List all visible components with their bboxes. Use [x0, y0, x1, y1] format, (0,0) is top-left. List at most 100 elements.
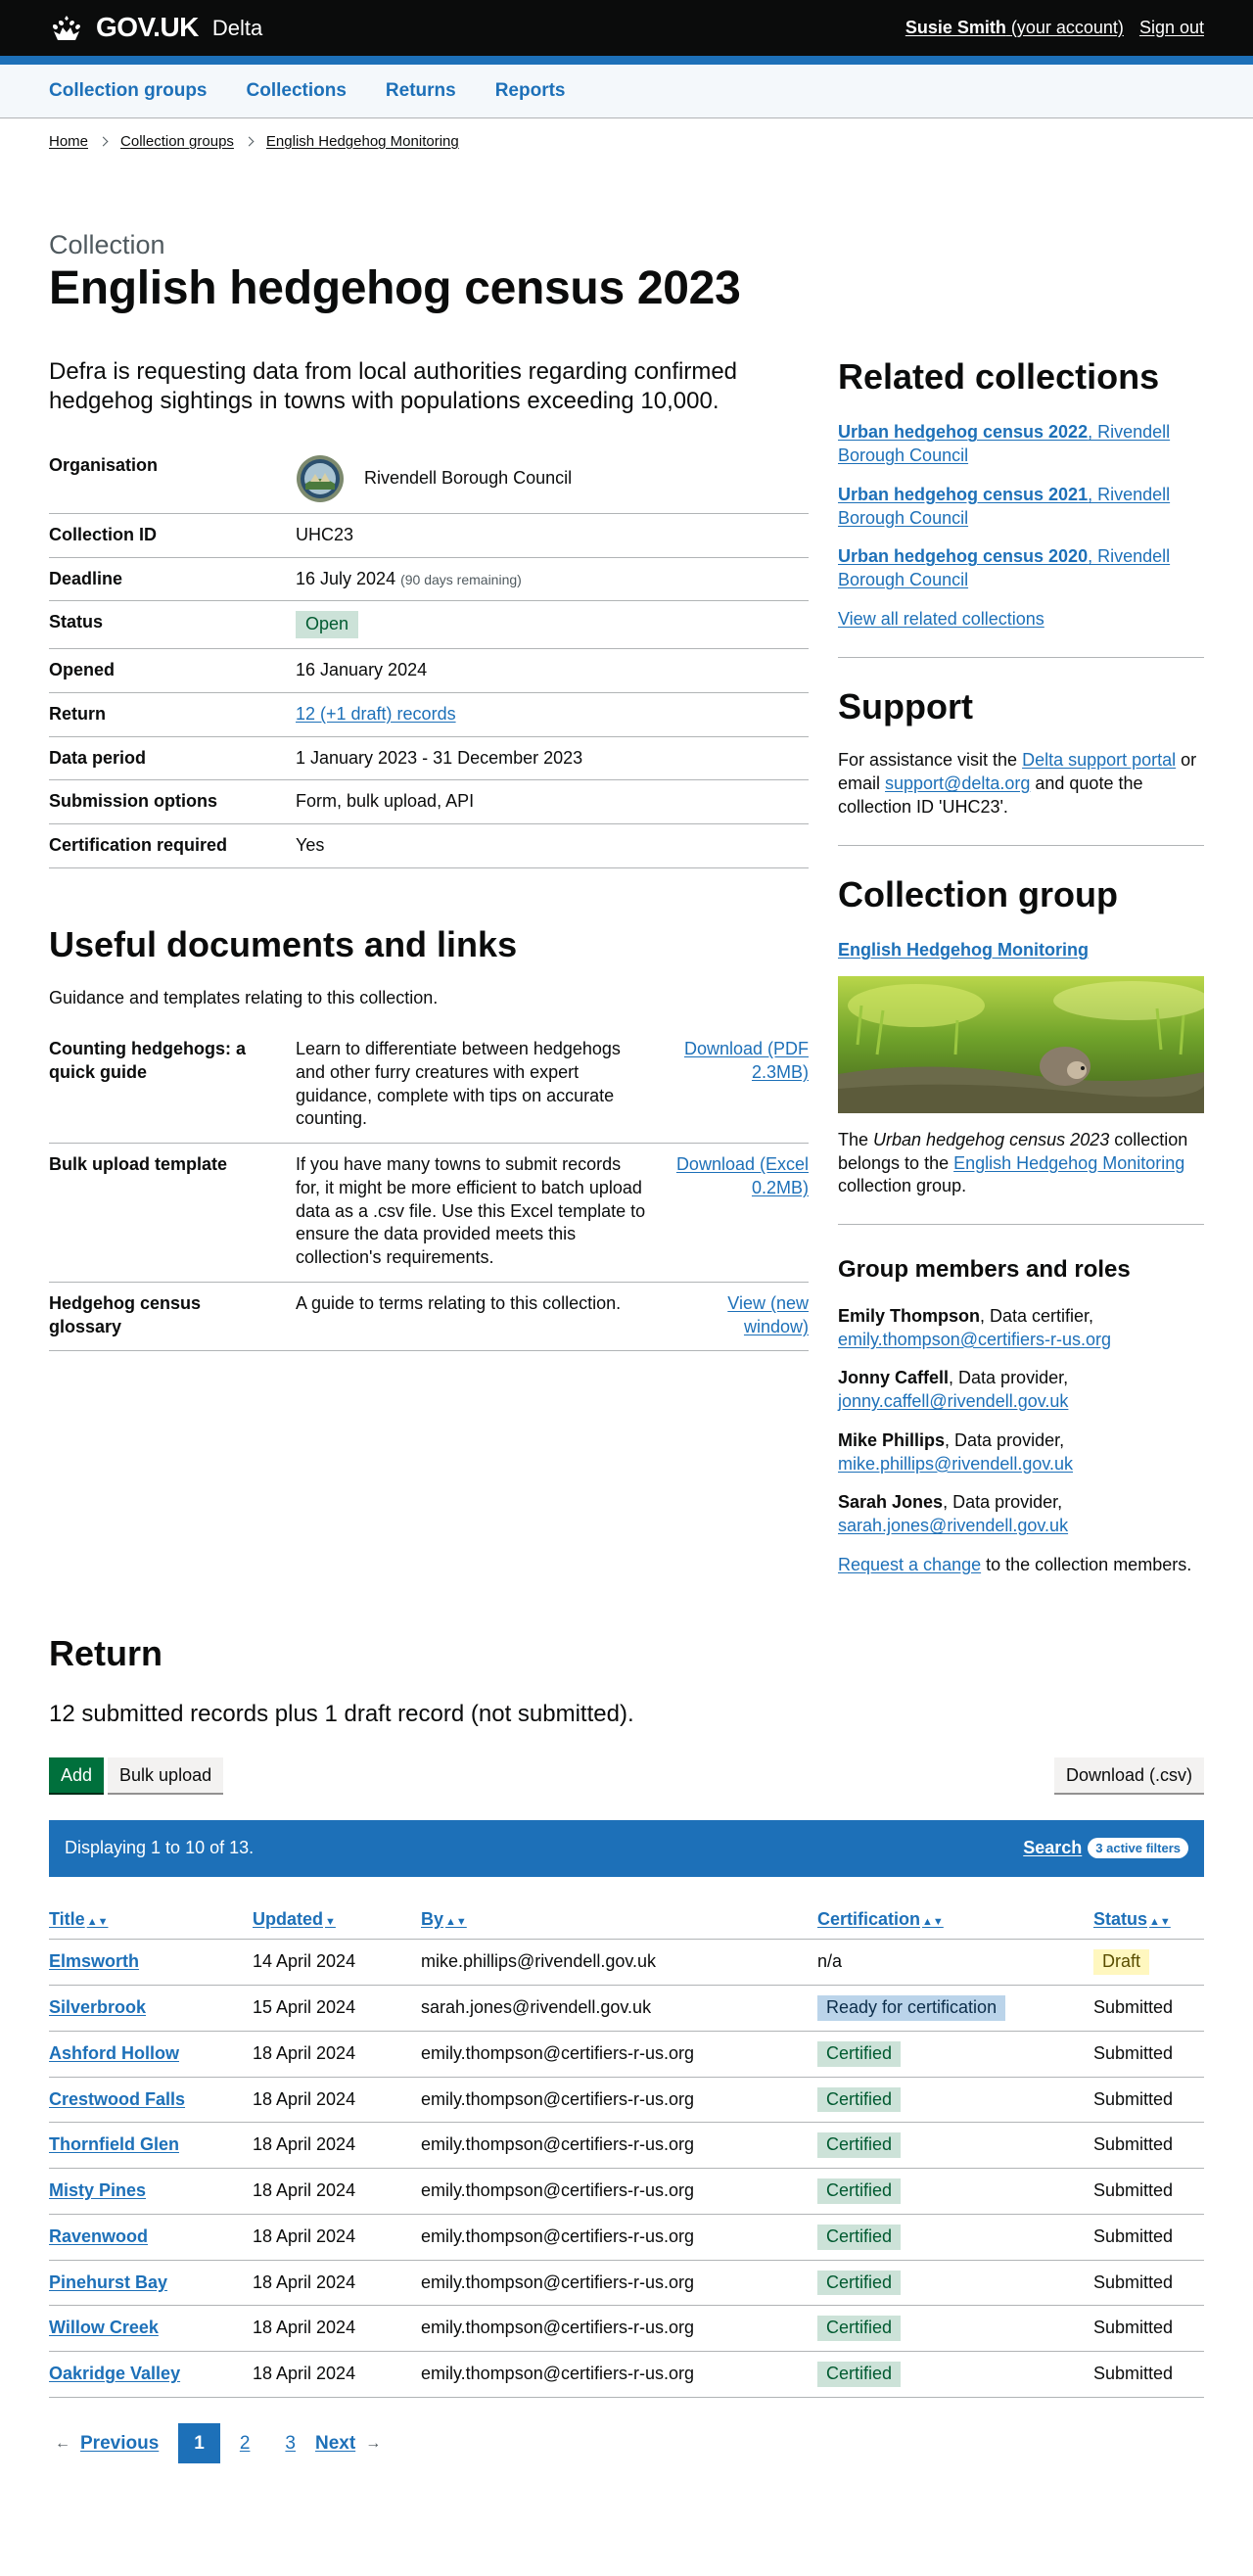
sign-out-link[interactable]: Sign out — [1139, 17, 1204, 40]
column-label: By — [421, 1908, 444, 1929]
previous-page-link[interactable]: Previous — [80, 2431, 159, 2456]
summary-key: Opened — [49, 660, 116, 679]
cell-by: emily.thompson@certifiers-r-us.org — [421, 2305, 817, 2353]
record-title-link[interactable]: Ravenwood — [49, 2226, 148, 2246]
sort-certification-link[interactable]: Certification ▲▼ — [817, 1909, 944, 1929]
collection-group-inline-link[interactable]: English Hedgehog Monitoring — [953, 1153, 1184, 1173]
main-column: Defra is requesting data from local auth… — [49, 357, 809, 1577]
support-heading: Support — [838, 685, 973, 726]
cell-by: emily.thompson@certifiers-r-us.org — [421, 2122, 817, 2170]
govuk-logo-link[interactable]: GOV.UK — [49, 10, 199, 46]
page-1-link[interactable]: 1 — [178, 2422, 220, 2463]
service-navigation: Collection groups Collections Returns Re… — [0, 65, 1253, 118]
doc-title: Hedgehog census glossary — [49, 1292, 202, 1336]
support-email-link[interactable]: support@delta.org — [885, 773, 1030, 793]
certification-tag: Certified — [817, 2270, 902, 2296]
doc-action-cell: View (new window) — [668, 1292, 809, 1339]
cell-updated: 18 April 2024 — [253, 2260, 421, 2307]
table-row: Ravenwood 18 April 2024 emily.thompson@cer… — [49, 2214, 1204, 2261]
cell-status: Submitted — [1093, 2260, 1204, 2307]
member-item: Sarah Jones, Data provider, sarah.jones@r… — [838, 1491, 1204, 1538]
cell-status: Submitted — [1093, 2168, 1204, 2215]
deadline-remaining: (90 days remaining) — [400, 571, 522, 587]
sort-updated-link[interactable]: Updated ▼ — [253, 1909, 336, 1929]
cell-by: emily.thompson@certifiers-r-us.org — [421, 2077, 817, 2124]
nav-collection-groups[interactable]: Collection groups — [49, 78, 208, 103]
member-email-link[interactable]: sarah.jones@rivendell.gov.uk — [838, 1516, 1068, 1535]
col-header-status: Status ▲▼ — [1093, 1899, 1204, 1941]
sort-desc-icon: ▼ — [325, 1915, 336, 1928]
member-email-link[interactable]: jonny.caffell@rivendell.gov.uk — [838, 1391, 1068, 1411]
summary-key: Return — [49, 703, 106, 724]
nav-returns[interactable]: Returns — [386, 78, 456, 103]
related-collection-link[interactable]: Urban hedgehog census 2020, Rivendell Bo… — [838, 545, 1204, 592]
divider — [838, 1224, 1204, 1226]
sort-title-link[interactable]: Title ▲▼ — [49, 1909, 108, 1929]
request-change-link[interactable]: Request a change — [838, 1555, 981, 1574]
related-collection-name: Urban hedgehog census 2022 — [838, 422, 1089, 443]
arrow-right-icon: → — [365, 2434, 382, 2452]
record-title-link[interactable]: Oakridge Valley — [49, 2364, 180, 2383]
certification-tag: Certified — [817, 2224, 902, 2250]
nav-collections[interactable]: Collections — [247, 78, 347, 103]
record-title-link[interactable]: Ashford Hollow — [49, 2043, 179, 2063]
next-page-link[interactable]: Next — [315, 2431, 355, 2456]
member-name: Emily Thompson — [838, 1305, 981, 1326]
chevron-right-icon — [98, 136, 109, 147]
member-email-link[interactable]: mike.phillips@rivendell.gov.uk — [838, 1454, 1073, 1474]
summary-value: Rivendell Borough Council — [296, 454, 809, 503]
certification-required: Yes — [296, 835, 325, 855]
cell-title: Misty Pines — [49, 2168, 253, 2215]
support-portal-link[interactable]: Delta support portal — [1022, 750, 1176, 770]
record-title-link[interactable]: Elmsworth — [49, 1951, 139, 1971]
bulk-upload-button[interactable]: Bulk upload — [108, 1756, 224, 1793]
sort-by-link[interactable]: By ▲▼ — [421, 1909, 467, 1929]
collection-group-link[interactable]: English Hedgehog Monitoring — [838, 940, 1089, 960]
divider — [838, 844, 1204, 846]
cell-status: Submitted — [1093, 2305, 1204, 2353]
breadcrumb: Home Collection groups English Hedgehog … — [0, 118, 1253, 152]
crown-icon — [53, 16, 80, 41]
request-change-rest: to the collection members. — [981, 1554, 1192, 1574]
members-list: Emily Thompson, Data certifier, emily.tho… — [838, 1305, 1204, 1538]
record-title-link[interactable]: Pinehurst Bay — [49, 2272, 167, 2292]
view-glossary-link[interactable]: View (new window) — [727, 1293, 809, 1336]
account-link[interactable]: Susie Smith (your account) — [905, 17, 1124, 40]
service-name[interactable]: Delta — [212, 14, 262, 42]
record-title-link[interactable]: Willow Creek — [49, 2318, 159, 2337]
download-template-link[interactable]: Download (Excel 0.2MB) — [676, 1154, 809, 1197]
record-title-link[interactable]: Thornfield Glen — [49, 2134, 179, 2154]
summary-key: Deadline — [49, 568, 123, 588]
breadcrumb-group[interactable]: English Hedgehog Monitoring — [266, 132, 459, 152]
member-role: , Data provider, — [945, 1429, 1065, 1450]
sort-icon: ▲▼ — [445, 1915, 467, 1928]
nav-reports[interactable]: Reports — [495, 78, 566, 103]
return-records-link[interactable]: 12 (+1 draft) records — [296, 704, 456, 724]
download-csv-button[interactable]: Download (.csv) — [1053, 1756, 1204, 1793]
record-title-link[interactable]: Crestwood Falls — [49, 2089, 185, 2109]
site-header: GOV.UK Delta Susie Smith (your account) … — [0, 0, 1253, 65]
add-button[interactable]: Add — [49, 1756, 105, 1793]
related-collection-link[interactable]: Urban hedgehog census 2022, Rivendell Bo… — [838, 421, 1204, 468]
view-all-related-link[interactable]: View all related collections — [838, 608, 1204, 632]
breadcrumb-collection-groups[interactable]: Collection groups — [120, 132, 234, 152]
breadcrumb-home[interactable]: Home — [49, 132, 88, 152]
table-row: Elmsworth 14 April 2024 mike.phillips@rive… — [49, 1939, 1204, 1987]
related-collection-link[interactable]: Urban hedgehog census 2021, Rivendell Bo… — [838, 484, 1204, 531]
lead-paragraph: Defra is requesting data from local auth… — [49, 357, 738, 415]
cell-certification: Certified — [817, 2031, 1093, 2078]
table-row: Crestwood Falls 18 April 2024 emily.thomps… — [49, 2077, 1204, 2124]
member-email-link[interactable]: emily.thompson@certifiers-r-us.org — [838, 1330, 1111, 1349]
active-filters-badge[interactable]: 3 active filters — [1088, 1838, 1188, 1859]
member-name: Mike Phillips — [838, 1429, 946, 1450]
page-2-link[interactable]: 2 — [224, 2423, 266, 2463]
search-link[interactable]: Search — [1023, 1837, 1082, 1860]
summary-key: Data period — [49, 747, 147, 768]
cell-title: Crestwood Falls — [49, 2077, 253, 2124]
sort-status-link[interactable]: Status ▲▼ — [1093, 1909, 1171, 1929]
download-guide-link[interactable]: Download (PDF 2.3MB) — [684, 1039, 809, 1082]
page-3-link[interactable]: 3 — [269, 2423, 311, 2463]
record-title-link[interactable]: Misty Pines — [49, 2180, 146, 2200]
summary-row: Opened 16 January 2024 — [49, 649, 809, 693]
record-title-link[interactable]: Silverbrook — [49, 1997, 146, 2017]
